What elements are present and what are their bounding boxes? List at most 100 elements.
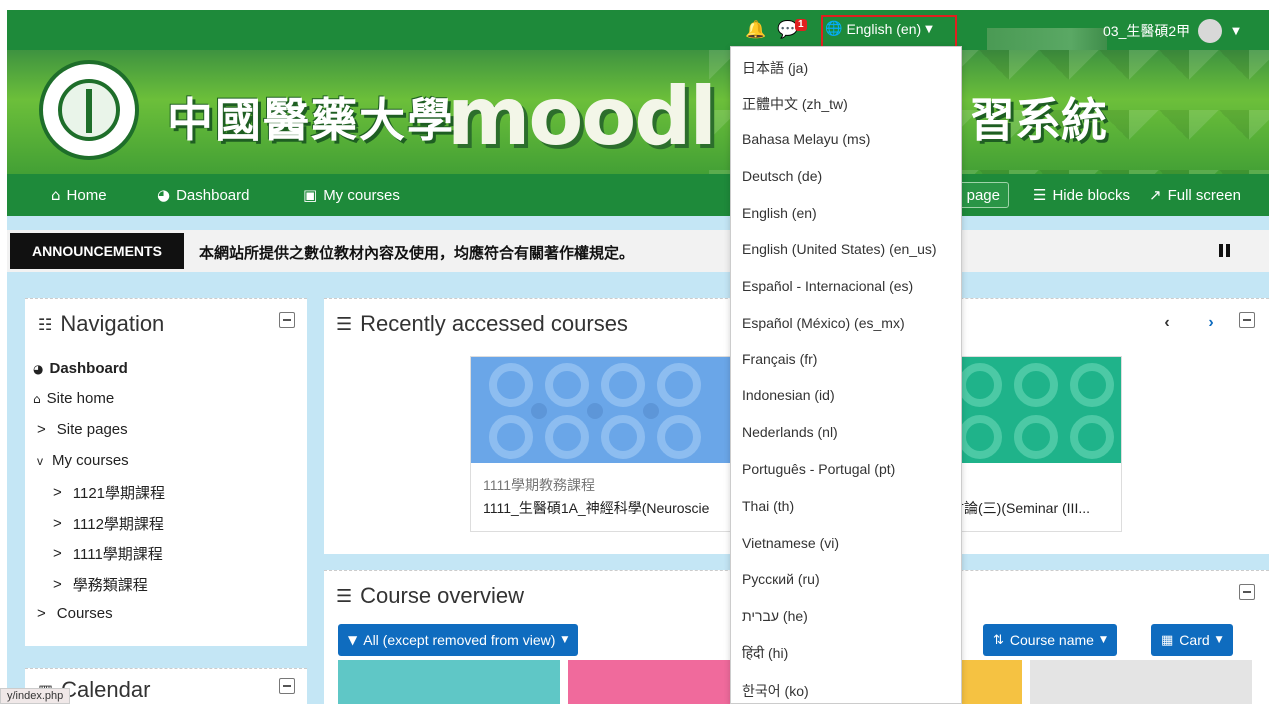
list-icon: ☰	[1033, 186, 1047, 204]
course-overview-title-text: Course overview	[360, 583, 524, 608]
dashboard-icon: ◕	[33, 361, 44, 376]
nav-tree-1121[interactable]: > 1121學期課程	[53, 482, 165, 503]
recent-courses-title-text: Recently accessed courses	[360, 311, 628, 336]
chevron-right-icon: >	[53, 515, 62, 532]
redacted-name	[987, 28, 1107, 50]
language-option-ms[interactable]: Bahasa Melayu (ms)	[742, 131, 870, 147]
nav-tree-label: 學務類課程	[72, 577, 148, 594]
top-bar: 🔔 💬 1 🌐 English (en) ▼ 03_生醫碩2甲 ▼	[7, 10, 1269, 53]
navigation-collapse-button[interactable]	[279, 312, 295, 328]
nav-dashboard[interactable]: ◕ Dashboard	[157, 186, 249, 204]
dashboard-icon: ◕	[157, 186, 171, 204]
overview-course-card[interactable]	[1030, 660, 1252, 704]
recent-courses-collapse-button[interactable]	[1239, 312, 1255, 328]
course-name[interactable]: 1111_生醫碩1A_神經科學(Neuroscie	[483, 498, 709, 518]
announcement-text: 本網站所提供之數位教材內容及使用，均應符合有關著作權規定。	[199, 245, 635, 262]
course-overview-collapse-button[interactable]	[1239, 584, 1255, 600]
full-screen-button[interactable]: ↗ Full screen	[1149, 186, 1241, 204]
language-option-en[interactable]: English (en)	[742, 205, 817, 221]
pause-icon[interactable]	[1219, 244, 1230, 257]
username: 03_生醫碩2甲	[1103, 23, 1191, 39]
nav-tree-1111[interactable]: > 1111學期課程	[53, 543, 163, 564]
language-option-th[interactable]: Thai (th)	[742, 498, 794, 514]
overview-course-card[interactable]	[568, 660, 730, 704]
caret-down-icon: ▼	[1232, 25, 1240, 37]
chevron-right-icon: >	[53, 545, 62, 562]
nav-tree-label: 1121學期課程	[72, 485, 166, 502]
sort-icon: ⇅	[993, 632, 1004, 648]
nav-dashboard-label: Dashboard	[176, 186, 250, 204]
customise-page-label: page	[966, 186, 1000, 204]
calendar-title-text: Calendar	[61, 677, 151, 702]
caret-down-icon: ▼	[561, 635, 569, 645]
nav-tree-label: Courses	[56, 605, 113, 622]
language-option-fr[interactable]: Français (fr)	[742, 351, 817, 367]
recent-courses-title: ☰ Recently accessed courses	[336, 311, 628, 337]
announcement-bar: ANNOUNCEMENTS 本網站所提供之數位教材內容及使用，均應符合有關著作權…	[7, 230, 1269, 272]
recent-course-card[interactable]: 1111學期教務課程 1111_生醫碩1A_神經科學(Neuroscie	[470, 356, 732, 532]
language-option-es-mx[interactable]: Español (México) (es_mx)	[742, 315, 905, 331]
recent-course-card[interactable]: 討論(三)(Seminar (III...	[950, 356, 1122, 532]
full-screen-label: Full screen	[1167, 186, 1241, 204]
nav-my-courses[interactable]: ▣ My courses	[303, 186, 400, 204]
expand-icon: ↗	[1149, 186, 1162, 204]
hide-blocks-button[interactable]: ☰ Hide blocks	[1033, 186, 1130, 204]
overview-course-card[interactable]	[962, 660, 1022, 704]
status-bar-url: y/index.php	[0, 688, 71, 704]
nav-tree-label: Site pages	[56, 421, 128, 438]
university-seal-logo	[39, 60, 139, 160]
course-view-dropdown[interactable]: ▦ Card ▼	[1151, 624, 1233, 656]
hamburger-icon: ☰	[336, 313, 353, 335]
calendar-collapse-button[interactable]	[279, 678, 295, 694]
filter-icon: ▼	[348, 633, 358, 647]
course-filter-dropdown[interactable]: ▼ All (except removed from view) ▼	[338, 624, 579, 656]
nav-tree-label: 1111學期課程	[72, 546, 163, 563]
language-option-de[interactable]: Deutsch (de)	[742, 168, 822, 184]
chevron-down-icon: v	[37, 453, 43, 468]
main-navbar: ⌂ Home ◕ Dashboard ▣ My courses page ☰ H…	[7, 174, 1269, 216]
banner-title-right: 習系統	[969, 93, 1107, 147]
language-option-ja[interactable]: 日本語 (ja)	[742, 58, 808, 78]
nav-tree-my-courses[interactable]: v My courses	[37, 452, 129, 469]
language-option-ru[interactable]: Русский (ru)	[742, 571, 820, 587]
nav-tree-label: Dashboard	[49, 360, 128, 377]
language-option-pt[interactable]: Português - Portugal (pt)	[742, 461, 895, 477]
user-menu[interactable]: 03_生醫碩2甲 ▼	[1103, 19, 1240, 43]
moodle-logo: moodl	[447, 70, 717, 163]
language-option-nl[interactable]: Nederlands (nl)	[742, 424, 838, 440]
language-option-en-us[interactable]: English (United States) (en_us)	[742, 241, 937, 257]
nav-tree-1112[interactable]: > 1112學期課程	[53, 513, 164, 534]
nav-tree-label: My courses	[52, 452, 129, 469]
language-option-he[interactable]: עברית (he)	[742, 608, 808, 624]
hide-blocks-label: Hide blocks	[1052, 186, 1130, 204]
nav-tree-courses[interactable]: > Courses	[37, 605, 113, 622]
nav-home-label: Home	[66, 186, 107, 204]
nav-tree-site-home[interactable]: ⌂ Site home	[33, 390, 114, 407]
carousel-prev-button[interactable]: ‹	[1152, 308, 1182, 338]
language-option-hi[interactable]: हिंदी (hi)	[742, 644, 788, 663]
course-filter-label: All (except removed from view)	[363, 632, 556, 648]
bell-icon[interactable]: 🔔	[745, 20, 766, 40]
course-overview-title: ☰ Course overview	[336, 583, 524, 609]
language-option-ko[interactable]: 한국어 (ko)	[742, 681, 809, 701]
banner-title: 中國醫藥大學	[167, 93, 455, 147]
nav-tree-label: 1112學期課程	[72, 516, 164, 533]
carousel-next-button[interactable]: ›	[1196, 308, 1226, 338]
sitemap-icon: ☷	[38, 314, 53, 334]
course-view-label: Card	[1179, 632, 1210, 648]
announcement-label: ANNOUNCEMENTS	[10, 233, 184, 269]
course-sort-dropdown[interactable]: ⇅ Course name ▼	[983, 624, 1117, 656]
overview-course-card[interactable]	[338, 660, 560, 704]
nav-tree-dashboard[interactable]: ◕ Dashboard	[33, 360, 128, 377]
nav-home[interactable]: ⌂ Home	[51, 186, 107, 204]
language-option-es[interactable]: Español - Internacional (es)	[742, 278, 913, 294]
language-option-vi[interactable]: Vietnamese (vi)	[742, 535, 839, 551]
course-name[interactable]: 討論(三)(Seminar (III...	[950, 498, 1090, 518]
nav-tree-site-pages[interactable]: > Site pages	[37, 421, 128, 438]
nav-tree-student-affairs[interactable]: > 學務類課程	[53, 574, 148, 595]
course-category: 1111學期教務課程	[483, 477, 596, 493]
language-option-id[interactable]: Indonesian (id)	[742, 387, 835, 403]
chevron-right-icon: >	[53, 484, 62, 501]
navigation-title-text: Navigation	[60, 311, 165, 336]
language-option-zh-tw[interactable]: 正體中文 (zh_tw)	[742, 94, 848, 114]
